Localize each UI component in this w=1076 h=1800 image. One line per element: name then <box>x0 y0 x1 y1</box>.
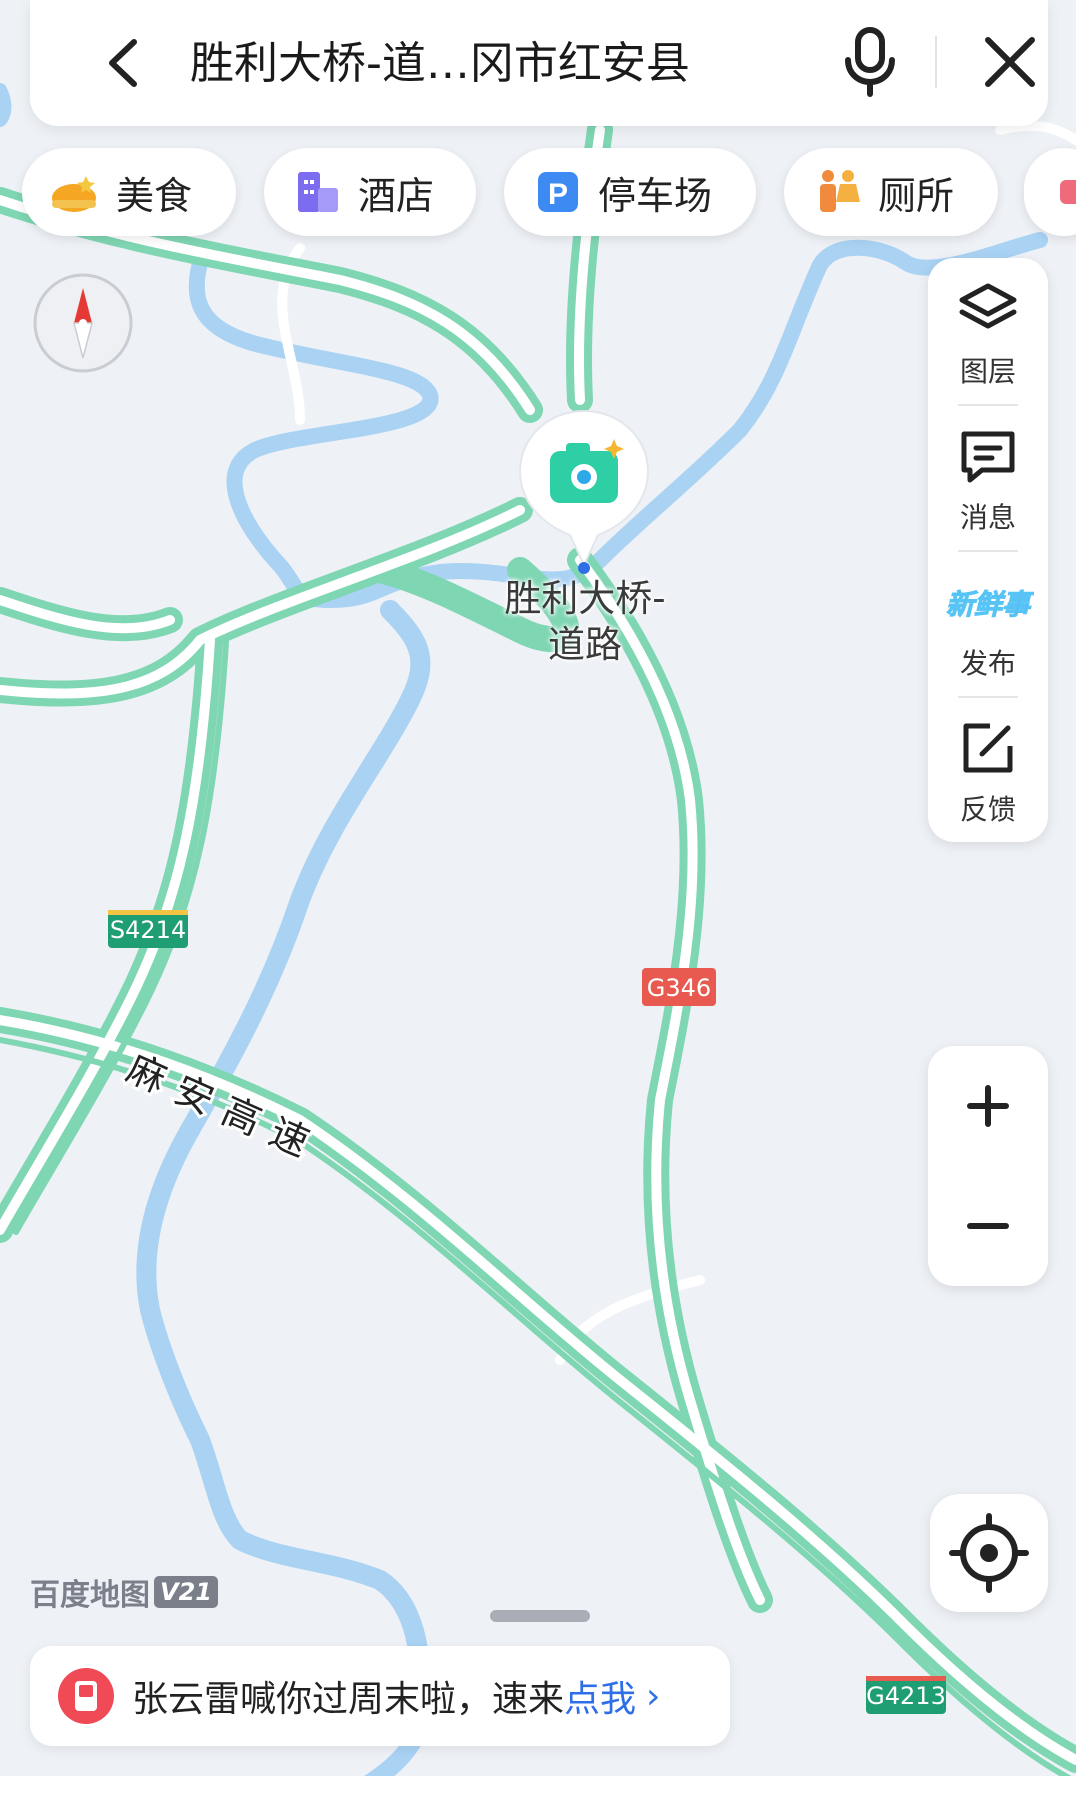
publish-label: 发布 <box>959 647 1016 680</box>
messages-label: 消息 <box>959 501 1016 534</box>
promo-text: 张云雷喊你过周末啦，速来 <box>132 1679 565 1720</box>
category-chip-food[interactable]: 美食 <box>22 148 236 236</box>
chevron-right-icon: › <box>646 1675 661 1717</box>
new-post-icon: 新鲜事 <box>945 588 1034 622</box>
feedback-icon <box>963 723 1013 773</box>
category-chip-parking[interactable]: P 停车场 <box>504 148 756 236</box>
promo-icon <box>58 1668 114 1724</box>
logo-version: V21 <box>154 1576 218 1608</box>
place-marker-label-line1: 胜利大桥- <box>504 577 666 620</box>
parking-icon: P <box>532 166 584 218</box>
zoom-out-button[interactable] <box>928 1166 1048 1286</box>
food-icon <box>50 166 102 218</box>
map-tool-panel: 图层 消息 新鲜事 发布 反馈 <box>928 258 1048 842</box>
road-shield-g346-label: G346 <box>647 974 711 1002</box>
compass-icon[interactable] <box>32 272 134 374</box>
more-category-icon <box>1052 166 1076 218</box>
messages-button[interactable]: 消息 <box>928 404 1048 550</box>
layers-label: 图层 <box>959 355 1016 388</box>
feedback-button[interactable]: 反馈 <box>928 696 1048 842</box>
toilet-icon <box>812 166 864 218</box>
promo-banner[interactable]: 张云雷喊你过周末啦，速来 点我 › <box>30 1646 730 1746</box>
promo-link[interactable]: 点我 <box>564 1670 636 1722</box>
layers-button[interactable]: 图层 <box>928 258 1048 404</box>
road-shield-g346: G346 <box>642 968 716 1006</box>
map-canvas[interactable]: S4214 G346 G4213 麻安高速 <box>0 0 1076 1800</box>
map-logo: 百度地图 V21 <box>30 1572 218 1613</box>
category-chip-toilet[interactable]: 厕所 <box>784 148 998 236</box>
svg-text:P: P <box>548 178 568 211</box>
category-chip-hotel[interactable]: 酒店 <box>264 148 476 236</box>
road-shield-g4213-label: G4213 <box>866 1682 946 1710</box>
layers-icon <box>959 283 1017 329</box>
search-bar[interactable]: 胜利大桥-道…冈市红安县 <box>30 0 1048 126</box>
category-chip-label: 酒店 <box>358 173 435 218</box>
locate-me-button[interactable] <box>930 1494 1048 1612</box>
microphone-icon[interactable] <box>835 22 905 102</box>
place-marker-label: 胜利大桥- 道路 <box>440 576 730 668</box>
locate-icon <box>949 1513 1029 1593</box>
logo-text: 百度地图 <box>30 1578 150 1613</box>
road-shield-s4214-label: S4214 <box>110 916 186 944</box>
bottom-sheet-edge <box>0 1776 1076 1800</box>
place-marker-label-line2: 道路 <box>548 623 622 666</box>
search-divider <box>935 36 937 88</box>
close-icon[interactable] <box>970 22 1050 102</box>
search-query-text[interactable]: 胜利大桥-道…冈市红安县 <box>190 26 690 102</box>
place-marker[interactable] <box>514 405 654 575</box>
hotel-icon <box>292 166 344 218</box>
category-chip-label: 美食 <box>116 173 193 218</box>
feedback-label: 反馈 <box>959 793 1016 826</box>
publish-button[interactable]: 新鲜事 发布 <box>928 550 1048 696</box>
road-shield-s4214: S4214 <box>108 910 188 948</box>
category-chip-label: 厕所 <box>878 173 955 218</box>
zoom-in-button[interactable] <box>928 1046 1048 1166</box>
zoom-control <box>928 1046 1048 1286</box>
bottom-sheet-handle[interactable] <box>490 1610 590 1622</box>
message-icon <box>961 431 1015 483</box>
road-shield-g4213: G4213 <box>866 1676 946 1714</box>
back-arrow-icon[interactable] <box>90 28 160 98</box>
category-chip-label: 停车场 <box>598 173 713 218</box>
svg-text:新鲜事: 新鲜事 <box>946 588 1034 621</box>
